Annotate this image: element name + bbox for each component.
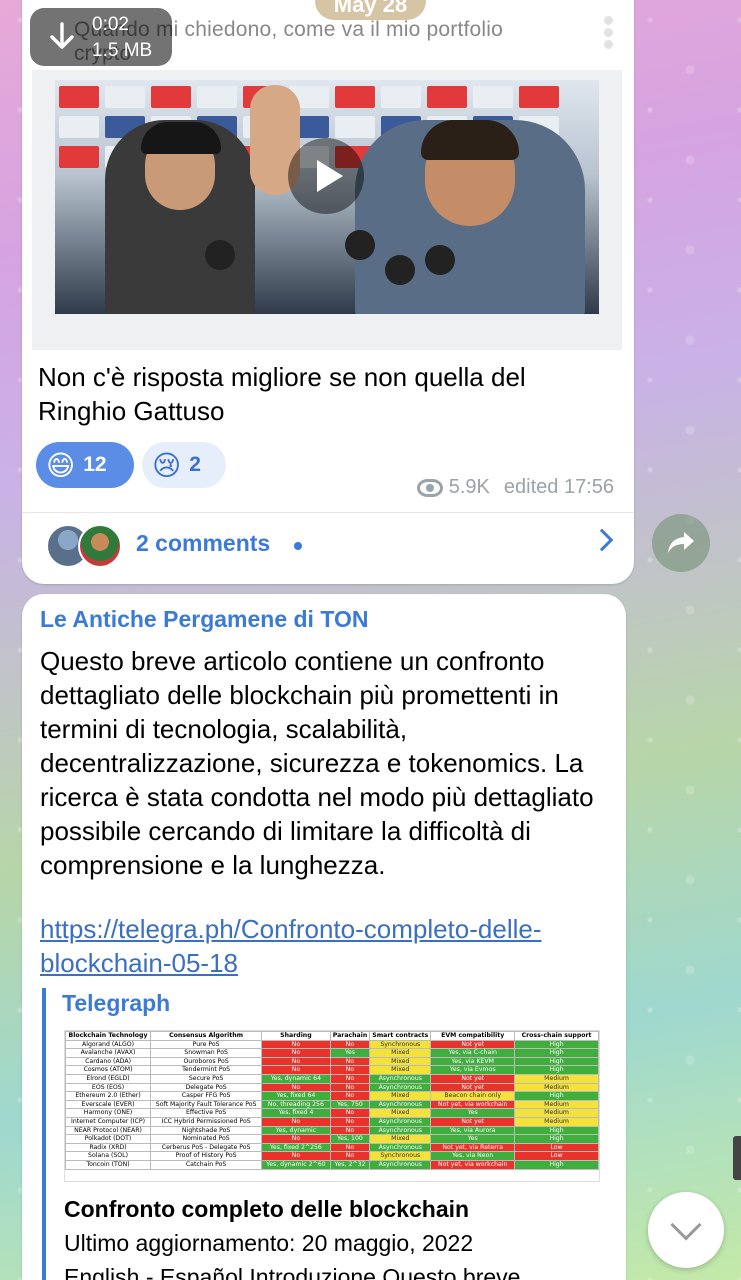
article-link[interactable]: https://telegra.ph/Confronto-completo-de…	[40, 912, 616, 980]
laugh-emoji-icon: 😄	[46, 449, 76, 481]
edited-time: edited 17:56	[503, 476, 614, 498]
preview-snippet: English - Español Introduzione Questo br…	[64, 1264, 521, 1280]
more-options-icon[interactable]	[604, 16, 614, 49]
video-thumbnail[interactable]	[55, 80, 599, 314]
eye-icon	[416, 478, 443, 497]
video-thumbnail-frame[interactable]	[32, 70, 622, 350]
preview-image-table: Blockchain Technology Consensus Algorithm…	[64, 1030, 600, 1182]
reaction-sad[interactable]: 😢 2	[142, 442, 226, 488]
share-arrow-icon	[668, 532, 694, 553]
avatar	[78, 524, 122, 568]
chevron-right-icon	[590, 528, 614, 552]
divider	[22, 512, 634, 513]
reaction-count: 2	[189, 453, 201, 476]
side-handle[interactable]	[733, 1136, 741, 1180]
video-duration: 0:02	[92, 14, 129, 35]
commenter-avatars	[46, 524, 126, 570]
video-person-left	[105, 120, 255, 314]
link-preview[interactable]: Telegraph Blockchain Technology Consensus…	[42, 988, 612, 1280]
message-caption: Non c'è risposta migliore se non quella …	[38, 362, 526, 426]
reaction-laugh[interactable]: 😄 12	[36, 442, 134, 488]
preview-title: Confronto completo delle blockchain	[64, 1196, 470, 1222]
message-bubble-article[interactable]: Le Antiche Pergamene di TON Questo breve…	[22, 594, 626, 1280]
comments-row[interactable]: 2 comments	[46, 522, 614, 572]
play-button[interactable]	[288, 138, 364, 214]
message-body: Questo breve articolo contiene un confro…	[40, 646, 594, 880]
unread-dot-icon	[294, 542, 302, 550]
date-pill: May 28	[315, 0, 426, 20]
scroll-down-button[interactable]	[648, 1192, 724, 1268]
preview-site-name: Telegraph	[62, 990, 171, 1016]
download-arrow-icon	[50, 22, 74, 49]
message-meta: 5.9K edited 17:56	[416, 476, 614, 499]
preview-subtitle: Ultimo aggiornamento: 20 maggio, 2022	[64, 1230, 474, 1256]
view-count: 5.9K	[448, 476, 490, 498]
share-button[interactable]	[652, 514, 710, 572]
sad-emoji-icon: 😢	[152, 449, 182, 481]
channel-name[interactable]: Le Antiche Pergamene di TON	[40, 606, 368, 633]
comments-label: 2 comments	[136, 530, 271, 556]
message-bubble-video[interactable]: Quando mi chiedono, come va il mio portf…	[22, 0, 634, 584]
reactions-bar: 😄 12 😢 2	[36, 442, 226, 488]
video-size: 1.5 MB	[92, 40, 153, 61]
play-icon	[317, 160, 343, 192]
download-chip[interactable]: 0:02 1.5 MB	[30, 8, 172, 66]
reaction-count: 12	[83, 453, 107, 476]
chevron-down-icon	[670, 1209, 702, 1241]
video-person-right	[355, 120, 585, 314]
